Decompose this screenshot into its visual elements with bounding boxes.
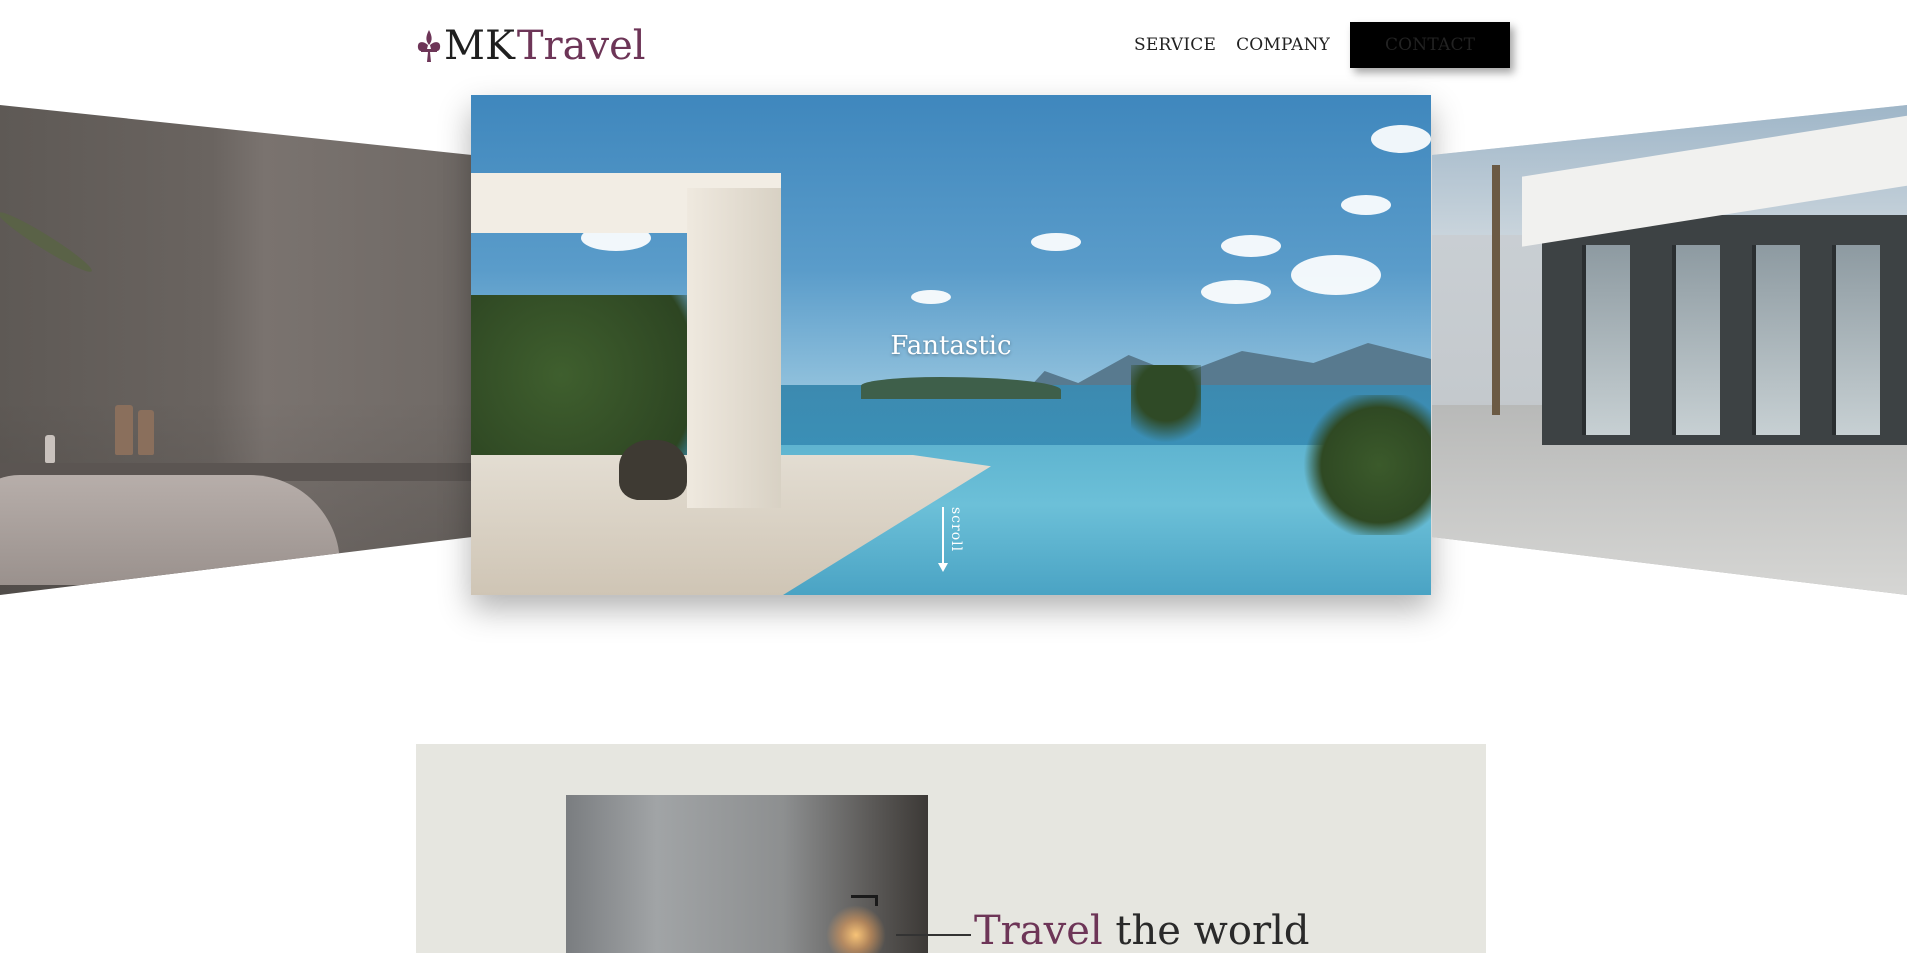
cloud bbox=[1201, 280, 1271, 304]
lamp-glow bbox=[826, 905, 886, 953]
heading-connector-line bbox=[896, 934, 971, 936]
cloud bbox=[1371, 125, 1431, 153]
bottle bbox=[138, 410, 154, 455]
nav-item-company[interactable]: COMPANY bbox=[1236, 22, 1330, 68]
lamp-icon bbox=[851, 895, 878, 906]
arrow-down-icon bbox=[938, 563, 948, 572]
plant-pot bbox=[619, 440, 687, 500]
contact-button[interactable]: CONTACT bbox=[1350, 22, 1511, 68]
scroll-label: scroll bbox=[948, 507, 964, 553]
logo-text-mk: MK bbox=[444, 23, 515, 69]
glass-door bbox=[1752, 245, 1800, 435]
scroll-line bbox=[942, 507, 944, 565]
glass-door bbox=[1832, 245, 1880, 435]
carousel-slide-active[interactable]: Fantastic scroll bbox=[471, 95, 1431, 595]
scroll-indicator[interactable]: scroll bbox=[938, 507, 969, 577]
palm-tree bbox=[1131, 365, 1201, 455]
fleur-de-lis-icon bbox=[417, 30, 441, 62]
intro-photo bbox=[566, 795, 928, 953]
cloud bbox=[1221, 235, 1281, 257]
carousel-slide-previous[interactable] bbox=[0, 105, 472, 595]
glass-door bbox=[1582, 245, 1630, 435]
nav-item-service[interactable]: SERVICE bbox=[1134, 22, 1216, 68]
hero-carousel: Fantastic scroll bbox=[0, 95, 1907, 615]
plant-leaf bbox=[0, 206, 96, 278]
slide-title: Fantastic bbox=[890, 331, 1012, 361]
carousel-slide-next[interactable] bbox=[1432, 105, 1907, 595]
cloud bbox=[1291, 255, 1381, 295]
page: MK Travel SERVICE COMPANY CONTACT Fantas… bbox=[0, 0, 1907, 953]
bottle bbox=[115, 405, 133, 455]
site-header: MK Travel SERVICE COMPANY CONTACT bbox=[0, 0, 1907, 95]
cloud bbox=[1341, 195, 1391, 215]
cloud bbox=[911, 290, 951, 304]
logo-text-travel: Travel bbox=[516, 23, 646, 69]
glass-door bbox=[1672, 245, 1720, 435]
cloud bbox=[1031, 233, 1081, 251]
bathtub bbox=[0, 475, 340, 585]
site-logo[interactable]: MK Travel bbox=[416, 22, 646, 70]
palm-tree bbox=[1492, 165, 1500, 415]
intro-heading: Travel the world bbox=[974, 908, 1310, 953]
intro-section: Travel the world bbox=[416, 744, 1486, 953]
intro-heading-accent: Travel bbox=[974, 908, 1103, 953]
intro-heading-rest: the world bbox=[1102, 908, 1310, 953]
main-nav: SERVICE COMPANY CONTACT bbox=[1134, 22, 1530, 68]
bush bbox=[1301, 395, 1431, 535]
bottle bbox=[45, 435, 55, 463]
